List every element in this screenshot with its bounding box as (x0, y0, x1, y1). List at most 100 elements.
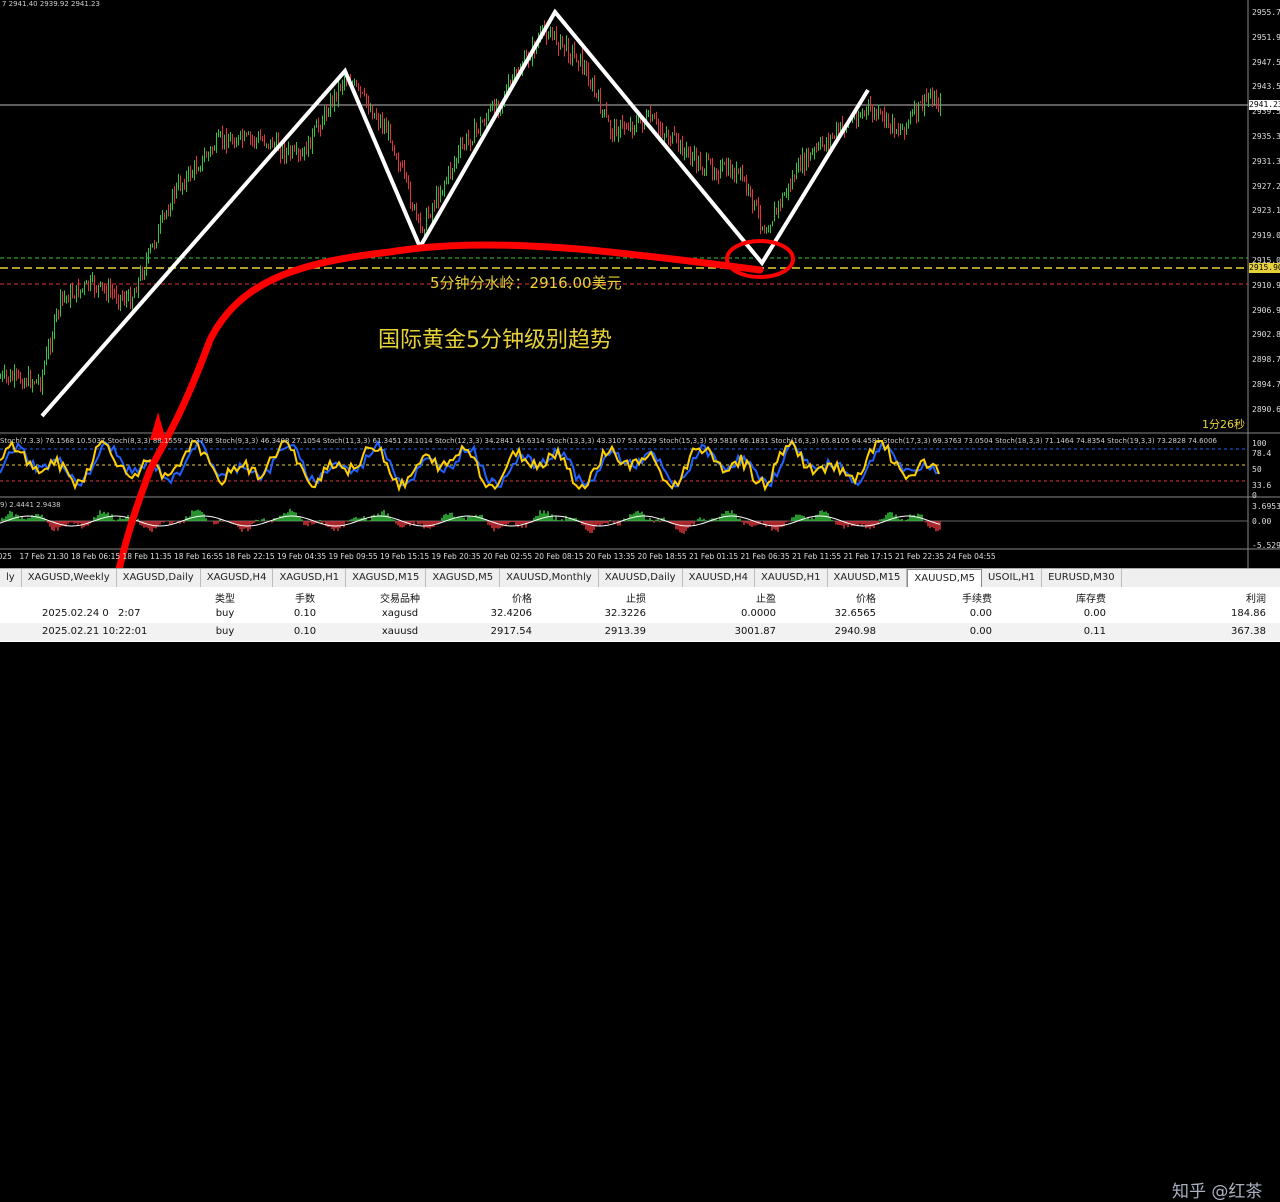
time-tick-label: 19 Feb 09:55 (328, 552, 378, 561)
time-tick-label: 21 Feb 22:35 (895, 552, 945, 561)
countdown-label: 1分26秒 (1202, 418, 1245, 431)
chart-tab[interactable]: XAUUSD,H4 (683, 569, 756, 587)
macd-level-label: 3.6953 (1252, 502, 1280, 511)
price-tick-label: 2919.00 (1252, 231, 1280, 241)
time-tick-label: 18 Feb 06:15 (71, 552, 121, 561)
chart-grid (0, 0, 1280, 568)
row-swap: 0.00 (1083, 608, 1106, 619)
stoch-level-label: 100 (1252, 439, 1267, 448)
row-symbol: xauusd (381, 626, 419, 637)
time-tick-label: 20 Feb 13:35 (586, 552, 636, 561)
time-tick-label: 19 Feb 04:35 (277, 552, 327, 561)
price-tick-label: 2927.20 (1252, 181, 1280, 191)
price-tick-label: 2931.30 (1252, 156, 1280, 166)
price-chart[interactable]: 7 2941.40 2939.92 2941.23 2955.70 2951.90… (0, 0, 1280, 568)
row-symbol: xagusd (381, 608, 419, 619)
stoch-level-label: 33.6 (1252, 481, 1272, 490)
price-tick-label: 2906.90 (1252, 305, 1280, 315)
stochastic-header: Stoch(7.3.3) 76.1568 10.5037 Stoch(8,3,3… (0, 437, 1217, 445)
chart-tabs[interactable]: ly XAGUSD,Weekly XAGUSD,Daily XAGUSD,H4 XAGU… (0, 568, 1280, 588)
row-profit: 367.38 (1231, 626, 1266, 637)
row-profit: 184.86 (1231, 608, 1266, 619)
row-price: 2917.54 (490, 626, 532, 637)
row-time: 2025.02.24 0 (42, 608, 109, 619)
row-current-price: 2940.98 (834, 626, 876, 637)
header-tp: 止盈 (756, 594, 776, 605)
row-commission: 0.00 (969, 626, 992, 637)
zhihu-watermark: 知乎 @红茶 (1172, 1182, 1263, 1202)
price-tick-label: 2898.70 (1252, 355, 1280, 365)
table-row[interactable]: 2025.02.24 0 2:07 buy 0.10 xagusd 32.420… (0, 605, 1280, 623)
row-price: 32.4206 (490, 608, 532, 619)
time-tick-label: 21 Feb 06:35 (740, 552, 790, 561)
chart-canvas[interactable] (0, 0, 1280, 568)
chart-tab[interactable]: XAUUSD,M15 (828, 569, 908, 587)
chart-tab[interactable]: XAGUSD,M15 (346, 569, 427, 587)
row-time-tail: 2:07 (118, 608, 141, 619)
price-tick-label: 2910.90 (1252, 280, 1280, 290)
chart-tab[interactable]: XAGUSD,Daily (117, 569, 201, 587)
price-tick-label: 2947.50 (1252, 57, 1280, 67)
macd-level-label: -5.5292 (1252, 541, 1280, 550)
row-commission: 0.00 (969, 608, 992, 619)
row-swap: 0.11 (1083, 626, 1106, 637)
price-tick-label: 2935.30 (1252, 132, 1280, 141)
chart-tab[interactable]: ly (0, 569, 22, 587)
current-price-tag: 2941.23 (1249, 100, 1280, 110)
table-row[interactable]: 2025.02.21 10:22:01 buy 0.10 xauusd 2917… (0, 623, 1280, 641)
header-commission: 手续费 (962, 594, 992, 605)
header-price: 价格 (512, 594, 532, 605)
time-tick-label: 18 Feb 16:55 (174, 552, 224, 561)
row-tp: 0.0000 (741, 608, 776, 619)
chart-tab[interactable]: XAGUSD,Weekly (22, 569, 117, 587)
macd-level-label: 0.00 (1252, 517, 1272, 526)
price-tick-label: 2943.50 (1252, 82, 1280, 92)
price-tick-label: 2902.80 (1252, 330, 1280, 340)
chart-tab[interactable]: XAGUSD,M5 (426, 569, 501, 587)
time-tick-label: 18 Feb 11:35 (122, 552, 172, 561)
time-tick-label: 19 Feb 15:15 (380, 552, 430, 561)
chart-tab[interactable]: EURUSD,M30 (1042, 569, 1122, 587)
stoch-signal-line (0, 439, 940, 488)
row-volume: 0.10 (293, 608, 317, 619)
time-tick-label: 21 Feb 11:55 (792, 552, 842, 561)
chart-tab[interactable]: XAGUSD,H1 (273, 569, 347, 587)
header-current-price: 价格 (856, 594, 876, 605)
header-type: 类型 (215, 594, 235, 605)
time-tick-label: 21 Feb 17:15 (843, 552, 893, 561)
chart-tab[interactable]: XAUUSD,Monthly (500, 569, 599, 587)
chart-tab[interactable]: USOIL,H1 (982, 569, 1043, 587)
price-tick-label: 2951.90 (1252, 32, 1280, 42)
stoch-level-label: 0 (1252, 491, 1257, 500)
time-tick-label: 17 Feb 21:30 (19, 552, 69, 561)
time-tick-label: 24 Feb 04:55 (946, 552, 996, 561)
header-volume: 手数 (295, 594, 315, 605)
time-tick-label: 20 Feb 02:55 (483, 552, 533, 561)
row-tp: 3001.87 (734, 626, 776, 637)
row-type: buy (215, 608, 235, 619)
row-current-price: 32.6565 (834, 608, 876, 619)
positions-table[interactable]: 类型 手数 交易品种 价格 止损 止盈 价格 手续费 库存费 利润 2025.0… (0, 587, 1280, 1202)
watershed-price-tag: 2915.90 (1249, 263, 1280, 273)
header-swap: 库存费 (1076, 594, 1106, 605)
time-tick-label: 19 Feb 20:35 (431, 552, 481, 561)
price-tick-label: 2890.60 (1252, 404, 1280, 414)
row-volume: 0.10 (293, 626, 317, 637)
row-sl: 2913.39 (604, 626, 646, 637)
stoch-level-label: 78.4 (1252, 449, 1272, 458)
header-profit: 利润 (1246, 594, 1266, 605)
row-sl: 32.3226 (604, 608, 646, 619)
chart-tab[interactable]: XAUUSD,H1 (755, 569, 828, 587)
chart-tab[interactable]: XAUUSD,M5 (907, 569, 982, 587)
row-type: buy (215, 626, 235, 637)
time-tick-label: 20 Feb 18:55 (637, 552, 687, 561)
chart-tab[interactable]: XAGUSD,H4 (201, 569, 274, 587)
time-tick-label: 3 Feb 2025 (0, 552, 12, 561)
chart-tab[interactable]: XAUUSD,Daily (599, 569, 683, 587)
time-tick-label: 20 Feb 08:15 (534, 552, 584, 561)
header-sl: 止损 (626, 594, 646, 605)
table-header-row: 类型 手数 交易品种 价格 止损 止盈 价格 手续费 库存费 利润 (0, 587, 1280, 605)
price-tick-label: 2923.10 (1252, 206, 1280, 216)
watershed-annotation: 5分钟分水岭：2916.00美元 (430, 274, 622, 292)
macd-header: 9) 2.4441 2.9438 (0, 501, 61, 509)
